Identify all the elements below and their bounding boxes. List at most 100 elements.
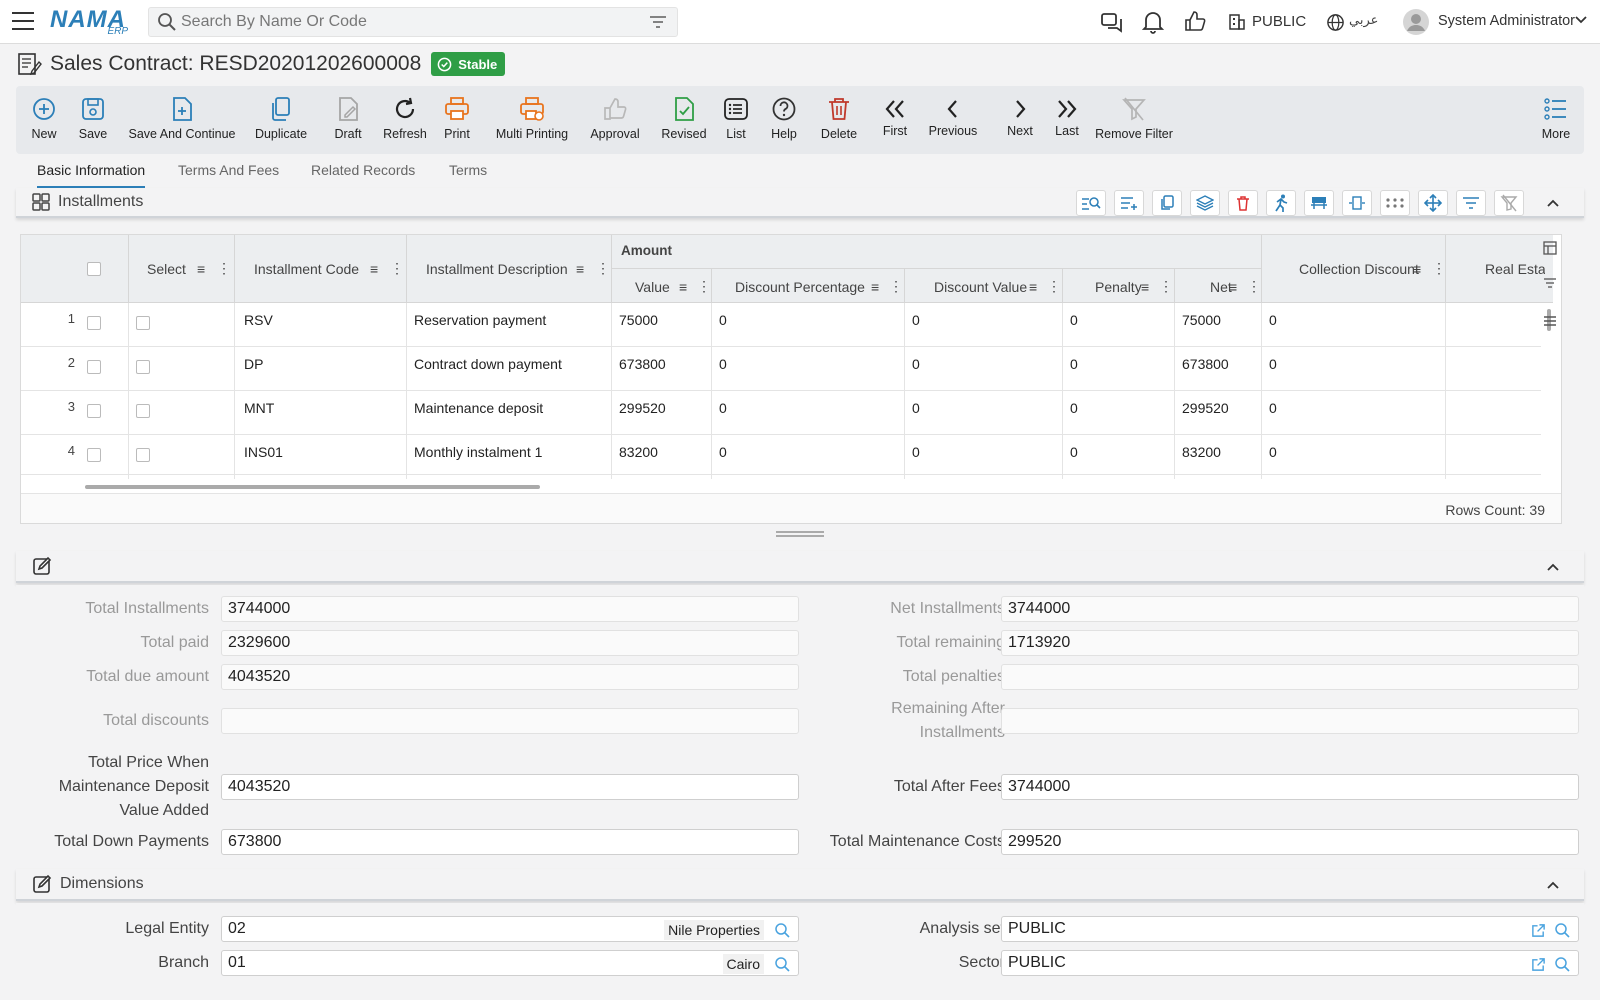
multi-printing-button[interactable]: Multi Printing <box>494 86 570 154</box>
previous-button[interactable]: Previous <box>928 86 978 154</box>
total-due-field[interactable]: 4043520 <box>221 664 799 690</box>
net-installments-field[interactable]: 3744000 <box>1001 596 1579 622</box>
save-button[interactable]: Save <box>76 86 110 154</box>
col-installment-description[interactable]: Installment Description <box>426 261 568 277</box>
column-chooser-icon[interactable] <box>1543 241 1557 255</box>
add-row-icon[interactable] <box>1114 190 1144 216</box>
col-value-menu-icon[interactable]: ⋮ <box>697 278 711 295</box>
open-link-icon[interactable] <box>1531 922 1546 946</box>
total-discounts-field[interactable] <box>221 708 799 734</box>
horizontal-scrollbar[interactable] <box>85 485 540 489</box>
col-code-filter-icon[interactable]: ≡ <box>370 261 378 277</box>
chevron-down-icon[interactable] <box>1574 15 1588 25</box>
total-price-field[interactable]: 4043520 <box>221 774 799 800</box>
delete-rows-icon[interactable] <box>1228 190 1258 216</box>
row-checkbox[interactable] <box>87 448 101 462</box>
remaining-after-field[interactable] <box>1001 708 1579 734</box>
table-row[interactable]: 1 RSV Reservation payment 75000 0 0 0 75… <box>21 303 1541 347</box>
lookup-search-icon[interactable] <box>1554 922 1570 946</box>
total-after-fees-field[interactable]: 3744000 <box>1001 774 1579 800</box>
more-button[interactable]: More <box>1540 86 1572 154</box>
col-value-filter-icon[interactable]: ≡ <box>679 279 687 295</box>
col-collection-discount[interactable]: Collection Discount <box>1299 261 1419 277</box>
select-all-checkbox[interactable] <box>87 262 101 276</box>
col-discount-percentage[interactable]: Discount Percentage <box>735 279 865 295</box>
branch-field[interactable]: 01 Cairo <box>221 950 799 976</box>
col-net-filter-icon[interactable]: ≡ <box>1229 279 1237 295</box>
collapse-chevron-icon[interactable] <box>1546 562 1560 572</box>
language-toggle[interactable]: عربي <box>1349 13 1378 28</box>
col-select-filter-icon[interactable]: ≡ <box>197 261 205 277</box>
tab-basic-information[interactable]: Basic Information <box>37 162 146 188</box>
nama-erp-logo[interactable]: NAMA ERP <box>50 6 132 38</box>
grid-filter-icon[interactable] <box>1456 190 1486 216</box>
col-dp-menu-icon[interactable]: ⋮ <box>889 278 903 295</box>
notification-bell-icon[interactable] <box>1142 10 1164 34</box>
revised-button[interactable]: Revised <box>660 86 708 154</box>
collapse-chevron-icon[interactable] <box>1546 198 1560 208</box>
first-button[interactable]: First <box>882 86 908 154</box>
row-checkbox[interactable] <box>87 316 101 330</box>
user-name[interactable]: System Administrator <box>1438 13 1575 29</box>
menu-icon[interactable] <box>12 12 34 30</box>
col-desc-menu-icon[interactable]: ⋮ <box>596 260 610 277</box>
layers-icon[interactable] <box>1190 190 1220 216</box>
col-penalty-menu-icon[interactable]: ⋮ <box>1159 278 1173 295</box>
run-icon[interactable] <box>1266 190 1296 216</box>
draft-button[interactable]: Draft <box>330 86 366 154</box>
user-avatar[interactable] <box>1402 8 1430 36</box>
col-select-menu-icon[interactable]: ⋮ <box>217 260 231 277</box>
side-menu-icon[interactable] <box>1543 315 1557 327</box>
remove-filter-button[interactable]: Remove Filter <box>1095 86 1173 154</box>
col-real-estate[interactable]: Real Estate <box>1485 261 1545 277</box>
move-icon[interactable] <box>1418 190 1448 216</box>
last-button[interactable]: Last <box>1054 86 1080 154</box>
select-checkbox[interactable] <box>136 360 150 374</box>
table-settings-icon[interactable] <box>1304 190 1334 216</box>
col-select[interactable]: Select <box>147 261 186 277</box>
col-net-menu-icon[interactable]: ⋮ <box>1247 278 1261 295</box>
row-checkbox[interactable] <box>87 360 101 374</box>
col-discount-value[interactable]: Discount Value <box>934 279 1027 295</box>
tab-terms-and-fees[interactable]: Terms And Fees <box>178 162 279 188</box>
col-desc-filter-icon[interactable]: ≡ <box>576 261 584 277</box>
filter-icon[interactable] <box>649 15 667 29</box>
select-checkbox[interactable] <box>136 448 150 462</box>
approval-button[interactable]: Approval <box>588 86 642 154</box>
new-button[interactable]: New <box>29 86 59 154</box>
legal-entity-field[interactable]: 02 Nile Properties <box>221 916 799 942</box>
company-selector[interactable]: PUBLIC <box>1252 13 1306 30</box>
fit-columns-icon[interactable] <box>1342 190 1372 216</box>
col-cd-menu-icon[interactable]: ⋮ <box>1432 260 1446 277</box>
lookup-search-icon[interactable] <box>774 956 790 980</box>
open-link-icon[interactable] <box>1531 956 1546 980</box>
table-row[interactable]: 3 MNT Maintenance deposit 299520 0 0 0 2… <box>21 391 1541 435</box>
select-checkbox[interactable] <box>136 404 150 418</box>
list-button[interactable]: List <box>724 86 748 154</box>
tab-terms[interactable]: Terms <box>449 162 487 188</box>
col-dv-filter-icon[interactable]: ≡ <box>1029 279 1037 295</box>
search-input[interactable] <box>177 8 649 36</box>
save-and-continue-button[interactable]: Save And Continue <box>128 86 236 154</box>
total-installments-field[interactable]: 3744000 <box>221 596 799 622</box>
table-row[interactable]: 4 INS01 Monthly instalment 1 83200 0 0 0… <box>21 435 1541 479</box>
col-cd-filter-icon[interactable]: ≡ <box>1413 261 1421 277</box>
lookup-search-icon[interactable] <box>1554 956 1570 980</box>
total-maintenance-costs-field[interactable]: 299520 <box>1001 829 1579 855</box>
chat-icon[interactable] <box>1100 10 1124 34</box>
total-down-payments-field[interactable]: 673800 <box>221 829 799 855</box>
col-penalty-filter-icon[interactable]: ≡ <box>1141 279 1149 295</box>
lookup-search-icon[interactable] <box>774 922 790 946</box>
grid-remove-filter-icon[interactable] <box>1494 190 1524 216</box>
analysis-set-field[interactable]: PUBLIC <box>1001 916 1579 942</box>
col-penalty[interactable]: Penalty <box>1095 279 1142 295</box>
copy-rows-icon[interactable] <box>1152 190 1182 216</box>
delete-button[interactable]: Delete <box>820 86 858 154</box>
row-checkbox[interactable] <box>87 404 101 418</box>
col-code-menu-icon[interactable]: ⋮ <box>390 260 404 277</box>
resize-handle[interactable] <box>776 531 824 537</box>
total-penalties-field[interactable] <box>1001 664 1579 690</box>
select-checkbox[interactable] <box>136 316 150 330</box>
side-filter-icon[interactable] <box>1543 277 1557 289</box>
col-dp-filter-icon[interactable]: ≡ <box>871 279 879 295</box>
